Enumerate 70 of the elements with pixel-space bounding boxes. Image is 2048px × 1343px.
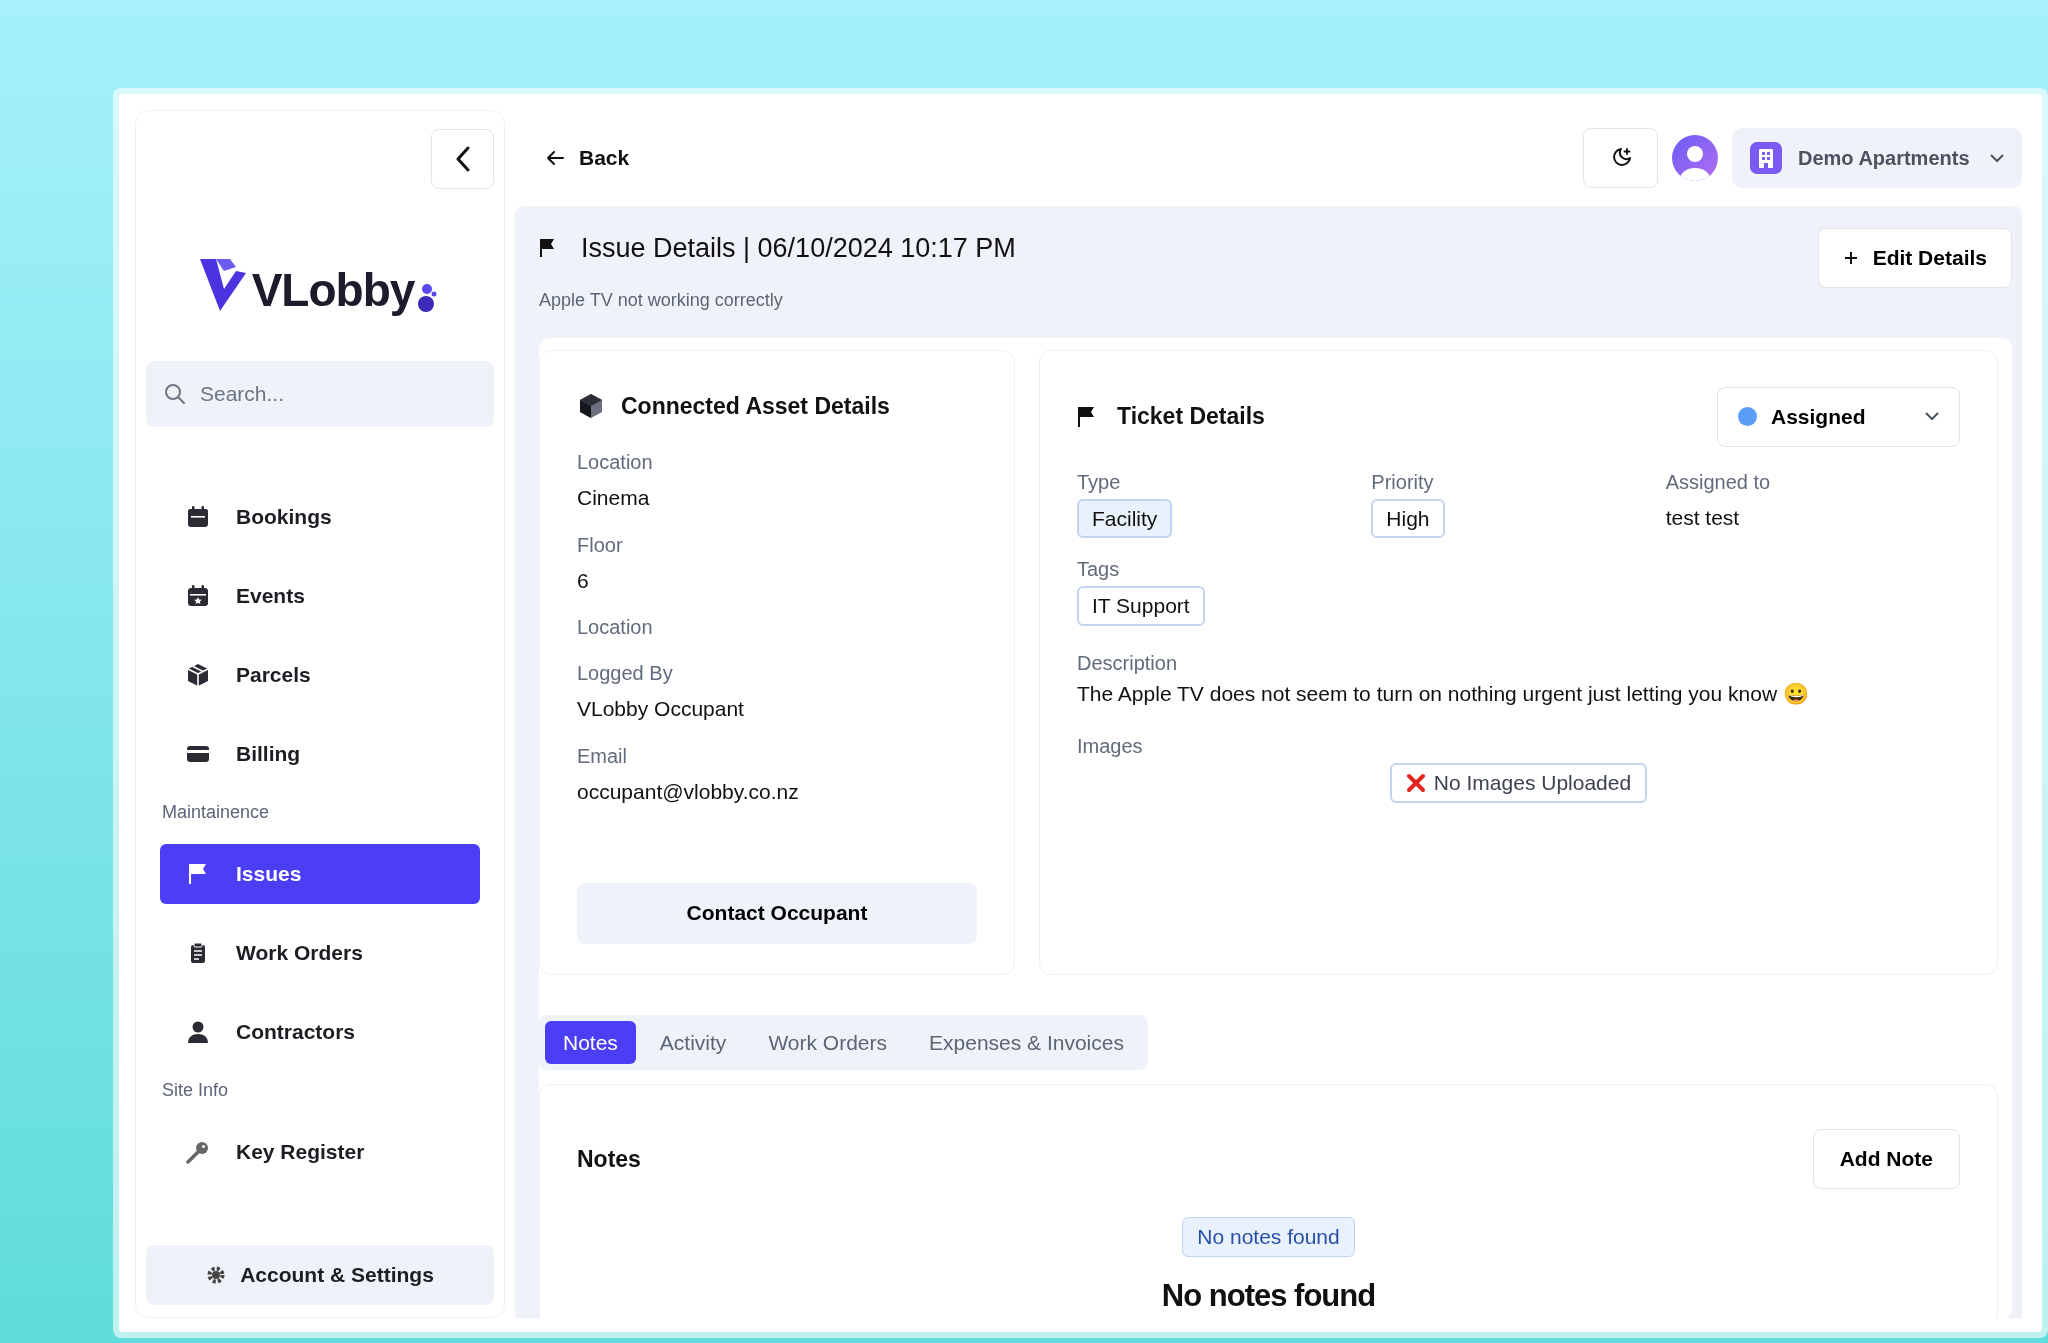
theme-toggle-button[interactable]: [1583, 128, 1658, 188]
page-subtitle: Apple TV not working correctly: [539, 288, 784, 312]
card-title: Connected Asset Details: [621, 391, 890, 421]
tab[interactable]: Work Orders: [750, 1020, 905, 1064]
account-settings-button[interactable]: Account & Settings: [146, 1245, 494, 1305]
sidebar-item[interactable]: Issues: [160, 844, 480, 904]
edit-details-button[interactable]: Edit Details: [1817, 228, 2012, 288]
arrow-left-icon: [545, 150, 565, 166]
contact-occupant-button[interactable]: Contact Occupant: [577, 882, 977, 944]
building-icon: [1750, 142, 1782, 174]
field-label: Assigned to: [1665, 469, 1772, 495]
field-label: Priority: [1371, 469, 1435, 495]
collapse-button[interactable]: [431, 129, 494, 189]
chevron-left-icon: [454, 146, 471, 172]
flag-icon: [1077, 405, 1095, 428]
field-label: Logged By: [577, 661, 674, 686]
person-icon: [186, 1020, 210, 1044]
field-value: test test: [1665, 504, 1740, 531]
add-note-button[interactable]: Add Note: [1812, 1129, 1960, 1189]
page-title: Issue Details | 06/10/2024 10:17 PM: [581, 232, 1016, 265]
tag-badge: IT Support: [1077, 586, 1205, 626]
field-value: VLobby Occupant: [577, 696, 745, 722]
calendar-icon: [186, 505, 210, 529]
flag-icon: [539, 238, 555, 259]
box-icon: [186, 663, 210, 687]
search-field[interactable]: Search...: [146, 361, 494, 427]
description-text: The Apple TV does not seem to turn on nothing urgent just letting you know 😀: [1077, 680, 1810, 707]
section-heading: Maintainence: [161, 801, 271, 824]
type-badge: Facility: [1077, 498, 1173, 538]
status-dropdown[interactable]: Assigned: [1717, 386, 1960, 447]
plus-icon: [1842, 250, 1859, 266]
organization-dropdown[interactable]: Demo Apartments: [1732, 128, 2022, 188]
sidebar-item[interactable]: Key Register: [160, 1122, 480, 1182]
sidebar-item[interactable]: Work Orders: [160, 923, 480, 983]
field-label: Email: [577, 743, 628, 769]
priority-badge: High: [1371, 498, 1445, 538]
empty-notes-heading: No notes found: [1161, 1277, 1376, 1313]
section-heading: Site Info: [161, 1079, 230, 1102]
empty-notes-badge: No notes found: [1182, 1217, 1355, 1257]
field-value: Cinema: [577, 485, 651, 511]
chevron-down-icon: [1990, 153, 2004, 163]
chevron-down-icon: [1925, 412, 1939, 421]
key-icon: [186, 1140, 210, 1164]
sidebar-item[interactable]: Events: [160, 566, 480, 626]
tab[interactable]: Expenses & Invoices: [911, 1020, 1142, 1064]
field-value: occupant@vlobby.co.nz: [577, 778, 800, 805]
field-value: 6: [577, 567, 590, 594]
logo-mark-icon: [199, 257, 248, 313]
field-label: Type: [1077, 469, 1122, 495]
field-label: Description: [1077, 650, 1179, 676]
tab[interactable]: Activity: [641, 1020, 745, 1064]
no-images-notice: No Images Uploaded: [1389, 763, 1648, 803]
card-title: Notes: [577, 1144, 641, 1174]
cross-icon: [1405, 772, 1426, 793]
back-link[interactable]: Back: [545, 142, 630, 174]
field-label: Location: [577, 450, 654, 475]
field-label: Images: [1077, 734, 1144, 759]
cube-icon: [577, 391, 605, 420]
gear-icon: [206, 1265, 227, 1285]
field-label: Location: [577, 615, 654, 640]
sidebar-item[interactable]: Billing: [160, 724, 480, 784]
sidebar-item[interactable]: Parcels: [160, 645, 480, 705]
sidebar-item[interactable]: Contractors: [160, 1002, 480, 1062]
field-label: Floor: [577, 532, 624, 558]
tab[interactable]: Notes: [545, 1020, 636, 1064]
calendar-icon: [186, 584, 210, 608]
avatar-icon[interactable]: [1672, 135, 1718, 181]
card-title: Ticket Details: [1117, 402, 1265, 432]
field-label: Tags: [1077, 557, 1121, 582]
sidebar-item[interactable]: Bookings: [160, 487, 480, 547]
